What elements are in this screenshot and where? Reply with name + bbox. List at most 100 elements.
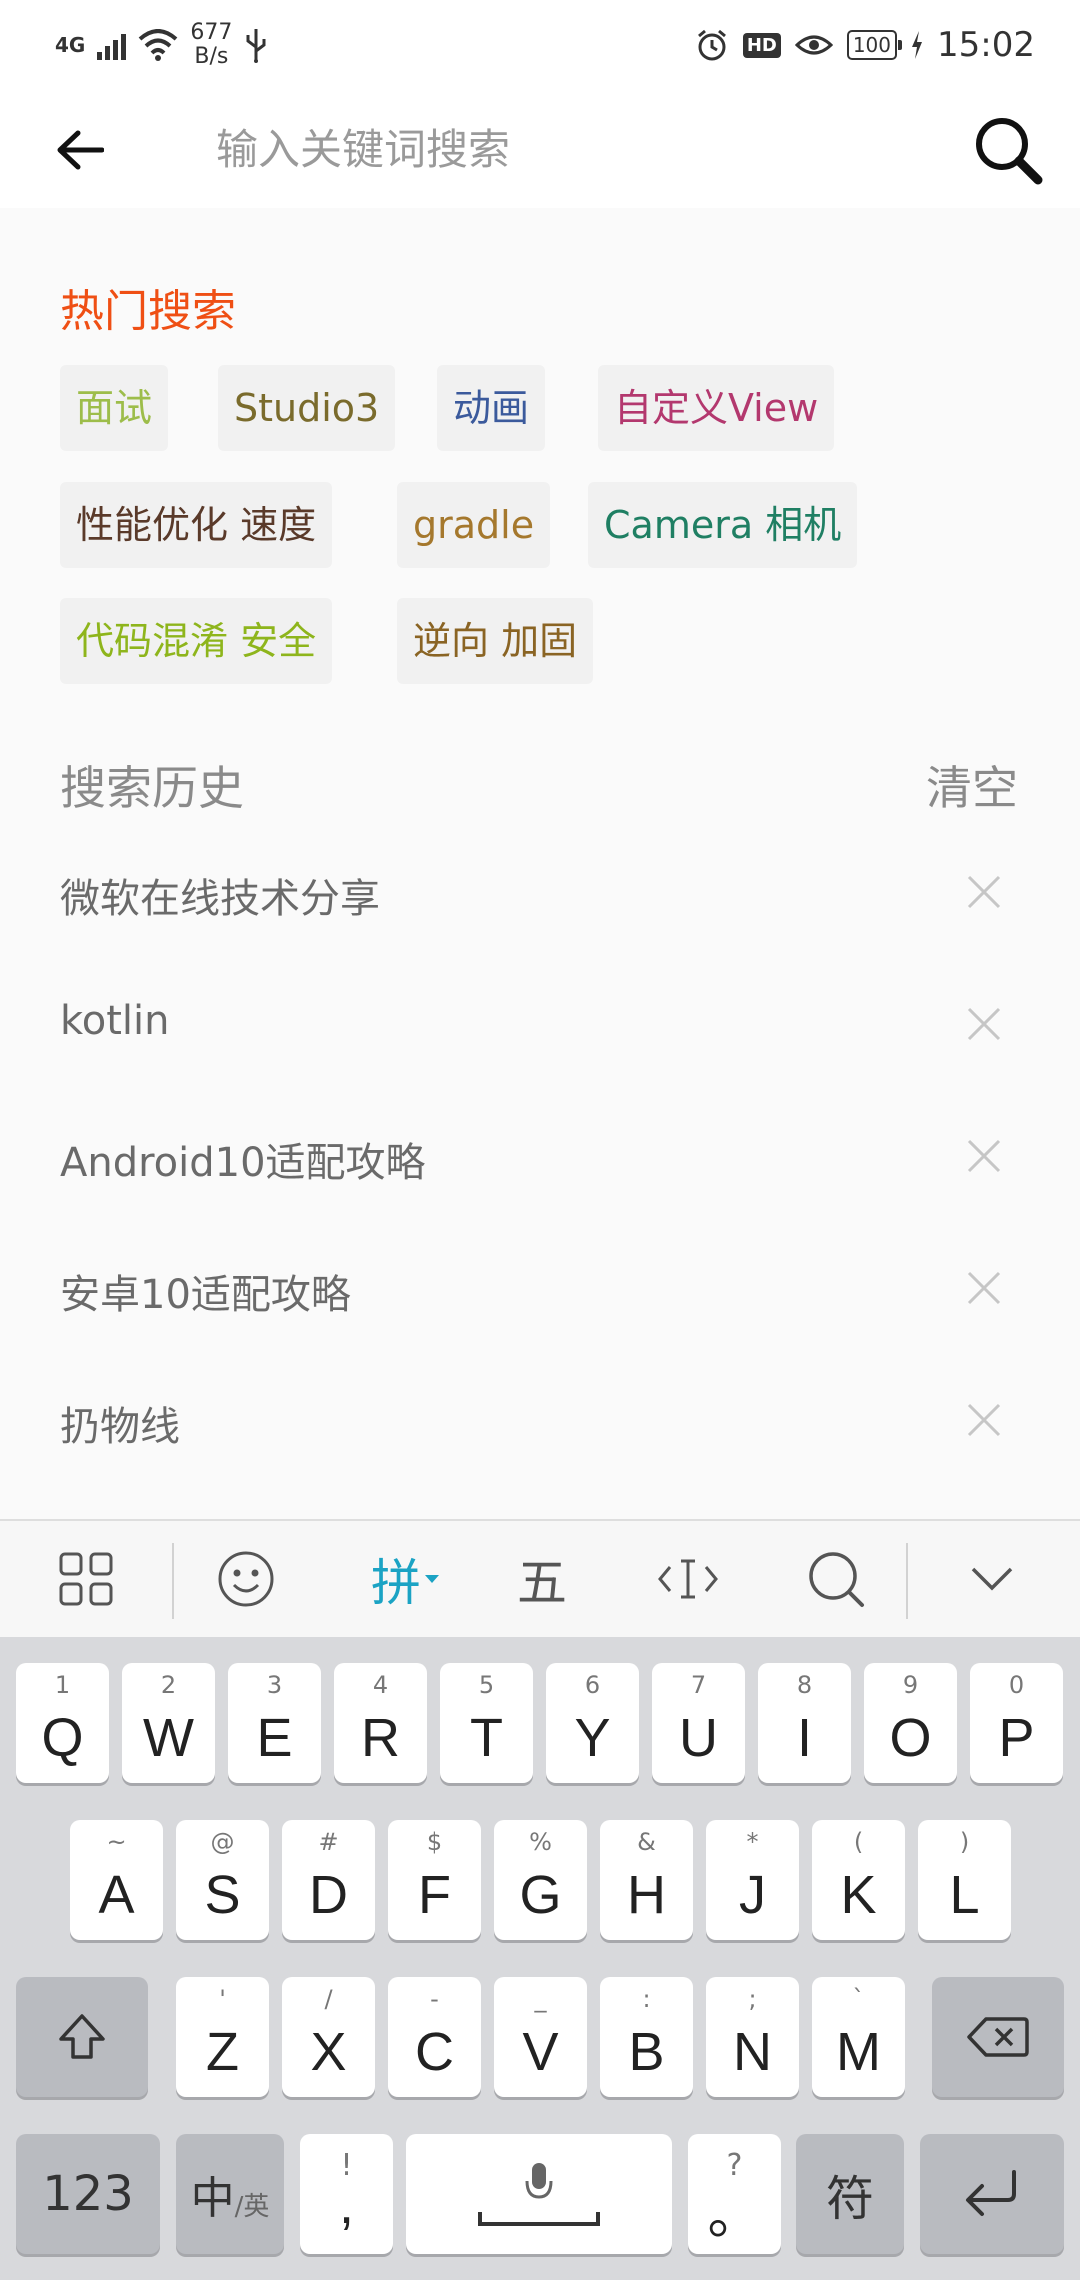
key-sub-label: 3 — [266, 1671, 283, 1699]
hot-tag[interactable]: 性能优化 速度 — [60, 482, 333, 568]
shift-key[interactable] — [16, 1977, 148, 2097]
key-y[interactable]: 6Y — [546, 1663, 639, 1783]
delete-history-button[interactable] — [958, 866, 1010, 918]
key-sub-label: * — [746, 1828, 759, 1856]
hot-tag[interactable]: Camera 相机 — [588, 482, 858, 568]
hot-tag[interactable]: Studio3 — [218, 365, 396, 451]
key-sub-label: 0 — [1008, 1671, 1025, 1699]
backspace-key[interactable] — [932, 1977, 1064, 2097]
key-l[interactable]: ) L — [918, 1820, 1011, 1940]
usb-icon — [246, 29, 266, 63]
status-right: HD 100 15:02 — [695, 20, 1035, 70]
key-x[interactable]: / X — [282, 1977, 375, 2097]
clock: 15:02 — [937, 25, 1035, 65]
cursor-icon — [658, 1559, 718, 1599]
key-sub-label: 7 — [690, 1671, 707, 1699]
language-switch-face: 中 /英 — [176, 2134, 284, 2254]
history-item[interactable]: kotlin — [0, 958, 1080, 1090]
delete-history-button[interactable] — [958, 1130, 1010, 1182]
key-f[interactable]: $ F — [388, 1820, 481, 1940]
key-i[interactable]: 8I — [758, 1663, 851, 1783]
history-item-label: kotlin — [60, 998, 170, 1044]
delete-history-button[interactable] — [958, 998, 1010, 1050]
keyboard-menu-button[interactable] — [46, 1539, 126, 1619]
soft-keyboard: 1Q 2W 3E 4R 5T 6Y 7U 8I 9O 0P ~ A @ S # D $… — [0, 1637, 1080, 2280]
back-button[interactable] — [50, 120, 110, 180]
hot-tag[interactable]: 逆向 加固 — [397, 598, 594, 684]
key-label: A — [98, 1865, 135, 1925]
hot-tag[interactable]: 动画 — [437, 365, 546, 451]
chevron-down-icon — [971, 1567, 1013, 1591]
key-m[interactable]: ` M — [812, 1977, 905, 2097]
space-key-face — [406, 2134, 672, 2254]
key-label: P — [998, 1708, 1035, 1768]
search-button[interactable] — [970, 112, 1046, 188]
delete-history-button[interactable] — [958, 1262, 1010, 1314]
space-key[interactable] — [406, 2134, 672, 2254]
clear-history-button[interactable]: 清空 — [926, 752, 1018, 818]
key-n[interactable]: ; N — [706, 1977, 799, 2097]
history-item[interactable]: 微软在线技术分享 — [0, 826, 1080, 958]
key-a[interactable]: ~ A — [70, 1820, 163, 1940]
key-label: , — [338, 2175, 354, 2235]
key-sub-label: 8 — [796, 1671, 813, 1699]
language-switch-key[interactable]: 中 /英 — [176, 2134, 284, 2254]
key-sub-label: - — [430, 1985, 439, 2013]
key-label: L — [949, 1865, 980, 1925]
hot-search-title: 热门搜索 — [60, 286, 236, 337]
numbers-key[interactable]: 123 — [16, 2134, 160, 2254]
delete-history-button[interactable] — [958, 1394, 1010, 1446]
key-u[interactable]: 7U — [652, 1663, 745, 1783]
key-label: U — [679, 1708, 718, 1768]
key-t[interactable]: 5T — [440, 1663, 533, 1783]
wubi-input-button[interactable]: 五 — [502, 1539, 582, 1619]
hot-tag[interactable]: 自定义View — [598, 365, 835, 451]
hot-tag-label: Camera 相机 — [604, 503, 842, 547]
close-icon — [967, 875, 1001, 909]
symbols-key[interactable]: 符 — [796, 2134, 904, 2254]
hot-tag[interactable]: 面试 — [60, 365, 169, 451]
history-item[interactable]: 扔物线 — [0, 1354, 1080, 1486]
key-h[interactable]: & H — [600, 1820, 693, 1940]
comma-key[interactable]: ! , — [300, 2134, 393, 2254]
key-g[interactable]: % G — [494, 1820, 587, 1940]
key-k[interactable]: (K — [812, 1820, 905, 1940]
search-input[interactable] — [216, 114, 936, 184]
network-speed-unit: B/s — [194, 44, 229, 69]
cursor-move-button[interactable] — [648, 1539, 728, 1619]
key-sub-label: @ — [210, 1828, 235, 1856]
key-e[interactable]: 3E — [228, 1663, 321, 1783]
key-c[interactable]: -C — [388, 1977, 481, 2097]
key-label: B — [628, 2022, 665, 2082]
history-item[interactable]: 安卓10适配攻略 — [0, 1222, 1080, 1354]
hot-tag[interactable]: 代码混淆 安全 — [60, 598, 333, 684]
key-s[interactable]: @ S — [176, 1820, 269, 1940]
hot-tag[interactable]: gradle — [397, 482, 551, 568]
key-w[interactable]: 2W — [122, 1663, 215, 1783]
key-label: 。 — [707, 2185, 762, 2245]
period-key[interactable]: ? 。 — [688, 2134, 781, 2254]
key-sub-label: 2 — [160, 1671, 177, 1699]
history-item[interactable]: Android10适配攻略 — [0, 1090, 1080, 1222]
keyboard-search-button[interactable] — [796, 1539, 876, 1619]
key-d[interactable]: # D — [282, 1820, 375, 1940]
key-z[interactable]: ' Z — [176, 1977, 269, 2097]
pinyin-input-button[interactable]: 拼 — [356, 1539, 456, 1619]
key-q[interactable]: 1Q — [16, 1663, 109, 1783]
key-v[interactable]: _ V — [494, 1977, 587, 2097]
key-label: N — [733, 2022, 772, 2082]
history-title: 搜索历史 — [60, 761, 244, 815]
key-b[interactable]: :B — [600, 1977, 693, 2097]
key-o[interactable]: 9O — [864, 1663, 957, 1783]
search-icon — [809, 1552, 864, 1607]
emoji-button[interactable] — [206, 1539, 286, 1619]
key-r[interactable]: 4R — [334, 1663, 427, 1783]
hot-tag-label: Studio3 — [234, 386, 380, 430]
key-label: I — [796, 1708, 812, 1768]
key-j[interactable]: * J — [706, 1820, 799, 1940]
key-label: Q — [41, 1708, 84, 1768]
hide-keyboard-button[interactable] — [952, 1539, 1032, 1619]
enter-key[interactable] — [920, 2134, 1064, 2254]
key-p[interactable]: 0P — [970, 1663, 1063, 1783]
key-sub-label: ( — [853, 1828, 864, 1856]
